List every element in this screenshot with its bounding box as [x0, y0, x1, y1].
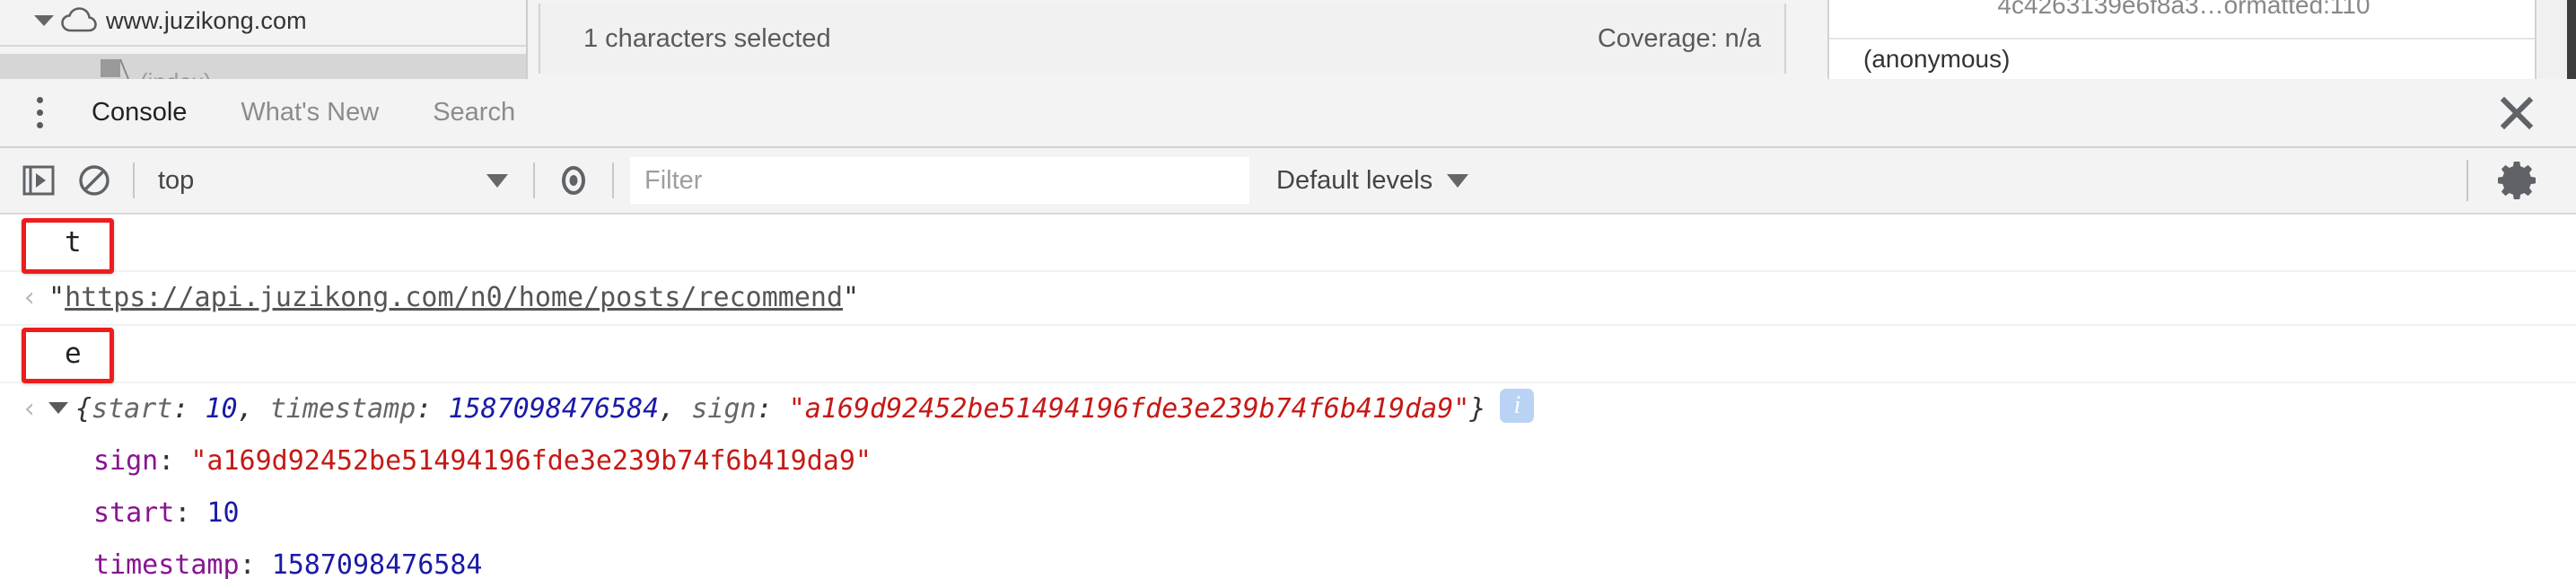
navigator-child-label: (index): [140, 68, 211, 80]
navigator-child-item[interactable]: (index): [0, 54, 526, 79]
live-expression-eye-icon[interactable]: [546, 153, 601, 208]
property-sep: :: [158, 445, 191, 477]
log-levels-label: Default levels: [1276, 165, 1433, 195]
property-key: start: [93, 497, 175, 529]
close-icon[interactable]: [2495, 92, 2538, 135]
top-panels-strip: www.juzikong.com (index) 1 characters se…: [0, 0, 2576, 79]
execute-sidebar-icon[interactable]: [11, 153, 66, 208]
info-icon[interactable]: i: [1500, 389, 1535, 423]
property-key: timestamp: [93, 549, 240, 579]
navigator-separator: [0, 45, 526, 47]
devtools-screenshot: www.juzikong.com (index) 1 characters se…: [0, 0, 2576, 579]
property-line: sign: "a169d92452be51494196fde3e239b74f6…: [11, 435, 872, 487]
property-sep: :: [239, 549, 272, 579]
preview-sep: :: [756, 393, 789, 425]
window-dark-edge: [2567, 0, 2576, 79]
property-line: timestamp: 1587098476584: [11, 540, 483, 579]
brace-close: }: [1469, 393, 1486, 425]
preview-sep: :: [416, 393, 449, 425]
filter-placeholder: Filter: [644, 165, 703, 195]
quote-open: ": [48, 282, 66, 313]
console-message-list: › t ‹ "https://api.juzikong.com/n0/home/…: [0, 215, 2576, 579]
execution-context-value: top: [158, 165, 195, 195]
call-stack-frame-label[interactable]: (anonymous): [1829, 45, 2535, 74]
preview-key-timestamp: timestamp: [269, 393, 416, 425]
output-link[interactable]: https://api.juzikong.com/n0/home/posts/r…: [65, 282, 843, 313]
preview-comma: ,: [237, 393, 270, 425]
tab-whats-new[interactable]: What's New: [214, 79, 406, 146]
tab-console[interactable]: Console: [65, 79, 214, 146]
source-status-bar: 1 characters selected Coverage: n/a: [539, 4, 1786, 74]
chevron-down-icon: [1447, 173, 1469, 188]
property-line: start: 10: [11, 487, 240, 540]
object-property-row: sign: "a169d92452be51494196fde3e239b74f6…: [0, 435, 2576, 487]
console-toolbar: top Filter Default levels: [0, 148, 2576, 215]
navigator-pane: www.juzikong.com (index): [0, 0, 528, 79]
selection-status-text: 1 characters selected: [583, 23, 831, 53]
property-key: sign: [93, 445, 159, 477]
chevron-down-icon: [486, 173, 508, 188]
toolbar-divider-4: [2466, 160, 2468, 201]
preview-value-sign: "a169d92452be51494196fde3e239b74f6b419da…: [788, 393, 1470, 425]
filter-input[interactable]: Filter: [630, 157, 1249, 204]
property-value: 1587098476584: [271, 549, 483, 579]
triangle-down-icon[interactable]: [34, 15, 54, 26]
property-sep: :: [174, 497, 207, 529]
navigator-domain-label: www.juzikong.com: [106, 6, 307, 34]
preview-comma: ,: [659, 393, 692, 425]
triangle-down-icon[interactable]: [48, 402, 68, 414]
toolbar-divider-2: [533, 162, 535, 198]
console-output-text: "https://api.juzikong.com/n0/home/posts/…: [48, 272, 859, 324]
response-arrow-icon: ‹: [21, 393, 39, 425]
call-stack-pane: 4c4263139e6f8a3…ormatted:110 (anonymous): [1827, 0, 2537, 79]
cloud-icon: [61, 7, 97, 32]
call-stack-script-label[interactable]: 4c4263139e6f8a3…ormatted:110: [1829, 0, 2535, 20]
property-value: "a169d92452be51494196fde3e239b74f6b419da…: [190, 445, 872, 477]
drawer-tab-bar: Console What's New Search: [0, 79, 2576, 148]
call-stack-divider: [1829, 38, 2535, 39]
object-property-row: start: 10: [0, 487, 2576, 540]
preview-key-sign: sign: [691, 393, 757, 425]
gear-icon[interactable]: [2495, 157, 2542, 204]
devtools-drawer: Console What's New Search top Filter Def…: [0, 79, 2576, 579]
folder-icon: [101, 58, 129, 79]
preview-value-start: 10: [205, 393, 238, 425]
brace-open: {: [75, 393, 92, 425]
tab-search[interactable]: Search: [406, 79, 542, 146]
preview-key-start: start: [92, 393, 173, 425]
log-levels-select[interactable]: Default levels: [1276, 165, 1469, 196]
console-input-text: e: [65, 338, 82, 370]
console-output-row: ‹ "https://api.juzikong.com/n0/home/post…: [0, 272, 2576, 326]
clear-console-icon[interactable]: [66, 153, 122, 208]
preview-sep: :: [172, 393, 206, 425]
console-prompt-row[interactable]: › t: [0, 215, 2576, 274]
response-arrow-icon: ‹: [21, 282, 39, 313]
console-object-preview: {start: 10, timestamp: 1587098476584, si…: [48, 383, 1535, 435]
toolbar-divider-1: [133, 162, 135, 198]
navigator-domain-item[interactable]: www.juzikong.com: [0, 0, 526, 41]
object-property-row: timestamp: 1587098476584: [0, 540, 2576, 579]
console-prompt-row[interactable]: › e: [0, 326, 2576, 383]
kebab-menu-icon[interactable]: [14, 79, 65, 146]
console-object-row[interactable]: ‹ {start: 10, timestamp: 1587098476584, …: [0, 383, 2576, 435]
execution-context-select[interactable]: top: [145, 153, 522, 208]
property-value: 10: [206, 497, 240, 529]
quote-close: ": [843, 282, 860, 313]
coverage-status-text: Coverage: n/a: [1597, 23, 1761, 53]
toolbar-divider-3: [612, 162, 614, 198]
settings-group: [2466, 157, 2576, 204]
console-input-text: t: [65, 226, 82, 259]
preview-value-timestamp: 1587098476584: [448, 393, 660, 425]
